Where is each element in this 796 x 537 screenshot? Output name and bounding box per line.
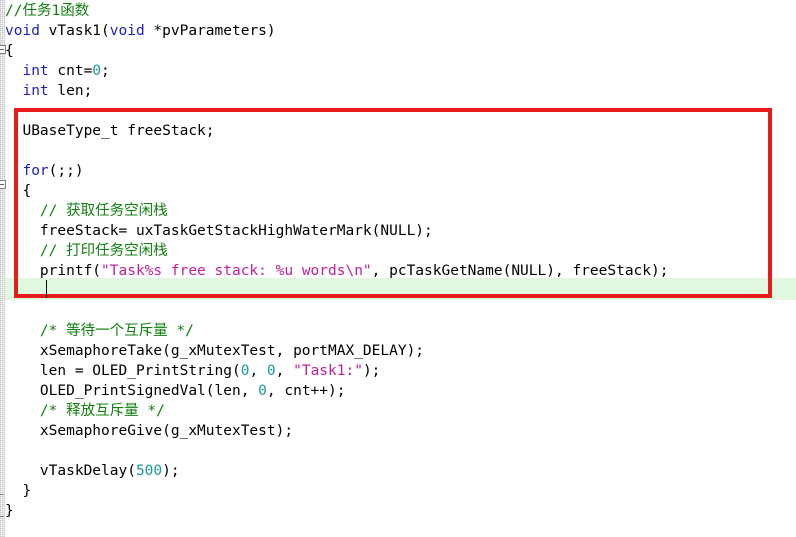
code-token-pln bbox=[5, 163, 22, 179]
code-token-pln: } bbox=[5, 503, 14, 519]
code-line[interactable]: /* 等待一个互斥量 */ bbox=[5, 321, 194, 341]
code-line[interactable]: printf("Task%s free stack: %u words\n", … bbox=[5, 261, 669, 281]
code-token-kw: int bbox=[5, 63, 49, 79]
code-line[interactable] bbox=[5, 281, 14, 301]
code-token-pln: xSemaphoreGive(g_xMutexTest); bbox=[5, 423, 294, 439]
code-line[interactable] bbox=[5, 301, 14, 321]
code-line[interactable]: //任务1函数 bbox=[5, 1, 89, 21]
code-line[interactable]: for(;;) bbox=[5, 161, 84, 181]
code-token-pln: , bbox=[275, 363, 294, 379]
code-line[interactable]: freeStack= uxTaskGetStackHighWaterMark(N… bbox=[5, 221, 433, 241]
code-line[interactable]: xSemaphoreTake(g_xMutexTest, portMAX_DEL… bbox=[5, 341, 424, 361]
code-token-pln: ); bbox=[362, 363, 381, 379]
code-line[interactable]: } bbox=[5, 481, 31, 501]
code-token-pln: vTask1( bbox=[39, 23, 110, 39]
code-token-pln: len = OLED_PrintString( bbox=[5, 363, 241, 379]
code-line[interactable]: // 获取任务空闲栈 bbox=[5, 201, 168, 221]
code-token-num: 0 bbox=[92, 63, 102, 79]
code-token-pln: , cnt++); bbox=[266, 383, 346, 399]
code-token-pln: len; bbox=[48, 83, 93, 99]
code-token-pln: freeStack= uxTaskGetStackHighWaterMark(N… bbox=[5, 223, 433, 239]
code-line[interactable]: UBaseType_t freeStack; bbox=[5, 121, 215, 141]
code-token-cmt: //任务1函数 bbox=[5, 3, 90, 19]
code-line[interactable]: int cnt=0; bbox=[5, 61, 110, 81]
brace-bar-for bbox=[1, 180, 2, 495]
code-token-pln: xSemaphoreTake(g_xMutexTest, portMAX_DEL… bbox=[5, 343, 425, 359]
code-line[interactable]: vTaskDelay(500); bbox=[5, 461, 180, 481]
code-text-area[interactable]: //任务1函数 void vTask1(void *pvParameters){ … bbox=[5, 0, 796, 537]
code-line[interactable]: int len; bbox=[5, 81, 92, 101]
code-token-cmt: // 打印任务空闲栈 bbox=[5, 243, 168, 259]
code-token-num: 0 bbox=[258, 383, 267, 399]
code-line[interactable]: OLED_PrintSignedVal(len, 0, cnt++); bbox=[5, 381, 346, 401]
code-token-pln: { bbox=[5, 183, 32, 199]
code-token-cmt: /* 释放互斥量 */ bbox=[5, 403, 165, 419]
code-line[interactable]: } bbox=[5, 501, 14, 521]
code-line[interactable]: /* 释放互斥量 */ bbox=[5, 401, 165, 421]
code-token-pln: (;;) bbox=[48, 163, 84, 179]
code-token-kw: for bbox=[22, 163, 49, 179]
code-token-pln: UBaseType_t freeStack; bbox=[5, 123, 215, 139]
code-token-cmt: // 获取任务空闲栈 bbox=[5, 203, 168, 219]
code-token-pln: ); bbox=[162, 463, 180, 479]
code-token-str: "Task1:" bbox=[293, 363, 363, 379]
code-token-kw: int bbox=[5, 83, 49, 99]
code-token-pln: *pvParameters) bbox=[144, 23, 276, 39]
code-token-pln: } bbox=[5, 483, 32, 499]
code-line[interactable]: xSemaphoreGive(g_xMutexTest); bbox=[5, 421, 293, 441]
code-token-pln: printf( bbox=[5, 263, 102, 279]
code-line[interactable]: { bbox=[5, 41, 14, 61]
code-token-kw: void bbox=[5, 23, 40, 39]
code-token-str: "Task%s free stack: %u words\n" bbox=[101, 263, 372, 279]
code-line[interactable]: void vTask1(void *pvParameters) bbox=[5, 21, 276, 41]
code-line[interactable] bbox=[5, 141, 14, 161]
code-token-pln: cnt= bbox=[48, 63, 93, 79]
code-token-kw: void bbox=[109, 23, 145, 39]
code-line[interactable]: { bbox=[5, 181, 31, 201]
code-token-pln: , pcTaskGetName(NULL), freeStack); bbox=[371, 263, 669, 279]
code-line[interactable]: // 打印任务空闲栈 bbox=[5, 241, 168, 261]
code-token-num: 500 bbox=[135, 463, 163, 479]
code-token-pln: , bbox=[249, 363, 267, 379]
code-token-num: 0 bbox=[266, 363, 276, 379]
code-token-pln: vTaskDelay( bbox=[5, 463, 136, 479]
code-token-pln: OLED_PrintSignedVal(len, bbox=[5, 383, 259, 399]
code-line[interactable]: len = OLED_PrintString(0, 0, "Task1:"); bbox=[5, 361, 381, 381]
text-caret bbox=[46, 280, 47, 298]
code-line[interactable] bbox=[5, 441, 14, 461]
code-line[interactable] bbox=[5, 101, 14, 121]
code-editor[interactable]: //任务1函数 void vTask1(void *pvParameters){ … bbox=[0, 0, 796, 537]
code-token-cmt: /* 等待一个互斥量 */ bbox=[5, 323, 194, 339]
code-token-pln: { bbox=[5, 43, 14, 59]
code-token-pln: ; bbox=[101, 63, 110, 79]
